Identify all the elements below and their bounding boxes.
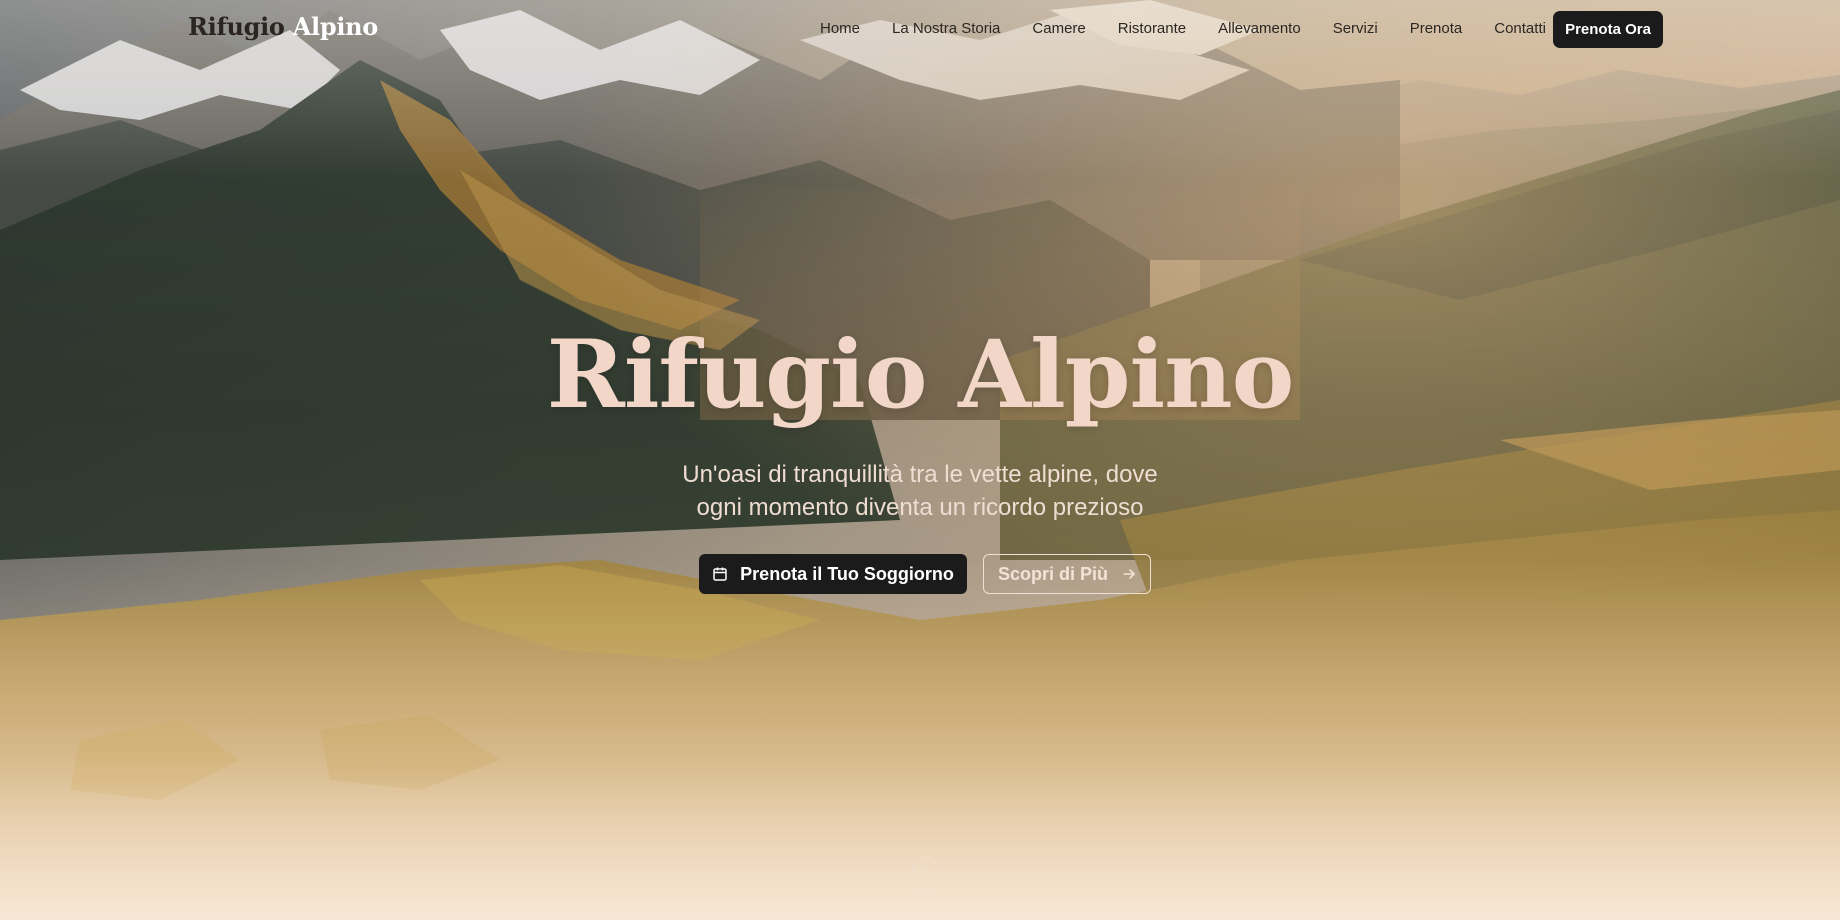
top-navigation: Rifugio Alpino Home La Nostra Storia Cam… bbox=[0, 0, 1840, 58]
hero-subtitle-line-1: Un'oasi di tranquillità tra le vette alp… bbox=[682, 461, 1158, 488]
book-stay-button[interactable]: Prenota il Tuo Soggiorno bbox=[699, 554, 967, 594]
site-logo[interactable]: Rifugio Alpino bbox=[188, 12, 378, 41]
nav-link-contatti[interactable]: Contatti bbox=[1494, 20, 1546, 37]
nav-link-prenota[interactable]: Prenota bbox=[1410, 20, 1463, 37]
discover-more-button[interactable]: Scopri di Più bbox=[983, 554, 1151, 594]
nav-link-home[interactable]: Home bbox=[820, 20, 860, 37]
hero-subtitle: Un'oasi di tranquillità tra le vette alp… bbox=[620, 458, 1220, 524]
nav-link-la-nostra-storia[interactable]: La Nostra Storia bbox=[892, 20, 1000, 37]
calendar-icon bbox=[712, 566, 728, 582]
nav-link-allevamento[interactable]: Allevamento bbox=[1218, 20, 1301, 37]
arrow-right-icon bbox=[1122, 567, 1136, 581]
hero-section: Rifugio Alpino Un'oasi di tranquillità t… bbox=[0, 0, 1840, 920]
hero-subtitle-line-2: ogni momento diventa un ricordo prezioso bbox=[696, 494, 1144, 521]
scroll-indicator-icon[interactable] bbox=[912, 856, 938, 896]
logo-word-rifugio: Rifugio bbox=[188, 12, 285, 41]
logo-word-alpino: Alpino bbox=[292, 12, 379, 41]
discover-more-label: Scopri di Più bbox=[997, 563, 1108, 584]
nav-link-ristorante[interactable]: Ristorante bbox=[1118, 20, 1186, 37]
nav-link-servizi[interactable]: Servizi bbox=[1333, 20, 1378, 37]
hero-title: Rifugio Alpino bbox=[546, 320, 1295, 430]
prenota-ora-button[interactable]: Prenota Ora bbox=[1553, 11, 1663, 48]
nav-link-camere[interactable]: Camere bbox=[1032, 20, 1085, 37]
book-stay-label: Prenota il Tuo Soggiorno bbox=[740, 563, 954, 584]
nav-links: Home La Nostra Storia Camere Ristorante … bbox=[820, 20, 1546, 37]
